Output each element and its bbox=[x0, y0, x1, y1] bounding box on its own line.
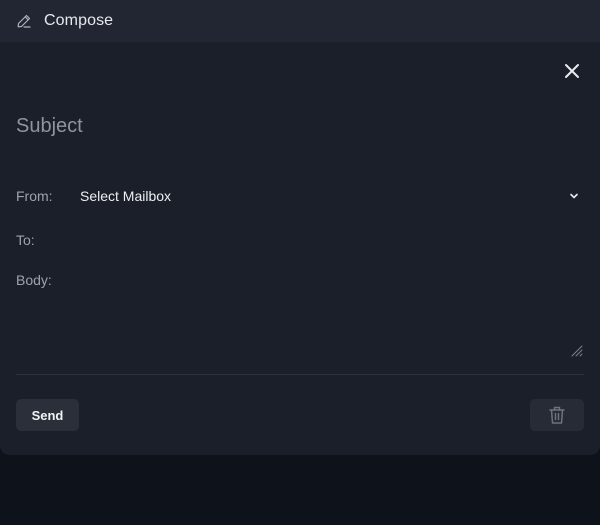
from-label: From: bbox=[16, 188, 53, 204]
body-label: Body: bbox=[16, 272, 52, 288]
trash-icon bbox=[549, 406, 565, 424]
chevron-down-icon bbox=[567, 189, 581, 203]
compose-titlebar: Compose bbox=[0, 0, 600, 42]
close-button[interactable] bbox=[562, 61, 582, 81]
to-input[interactable] bbox=[80, 228, 584, 250]
actions-divider bbox=[16, 374, 584, 375]
body-textarea[interactable] bbox=[80, 270, 584, 356]
to-label: To: bbox=[16, 232, 35, 248]
send-button[interactable]: Send bbox=[16, 399, 79, 431]
compose-panel: From: Select Mailbox To: Body: Send bbox=[0, 42, 600, 455]
subject-input[interactable] bbox=[16, 112, 516, 140]
resize-grip-icon[interactable] bbox=[571, 344, 583, 357]
pencil-icon bbox=[16, 13, 32, 29]
compose-title: Compose bbox=[44, 12, 114, 29]
delete-draft-button[interactable] bbox=[530, 399, 584, 431]
mailbox-select[interactable]: Select Mailbox bbox=[80, 186, 584, 206]
close-icon bbox=[565, 64, 579, 78]
mailbox-select-value: Select Mailbox bbox=[80, 188, 172, 204]
